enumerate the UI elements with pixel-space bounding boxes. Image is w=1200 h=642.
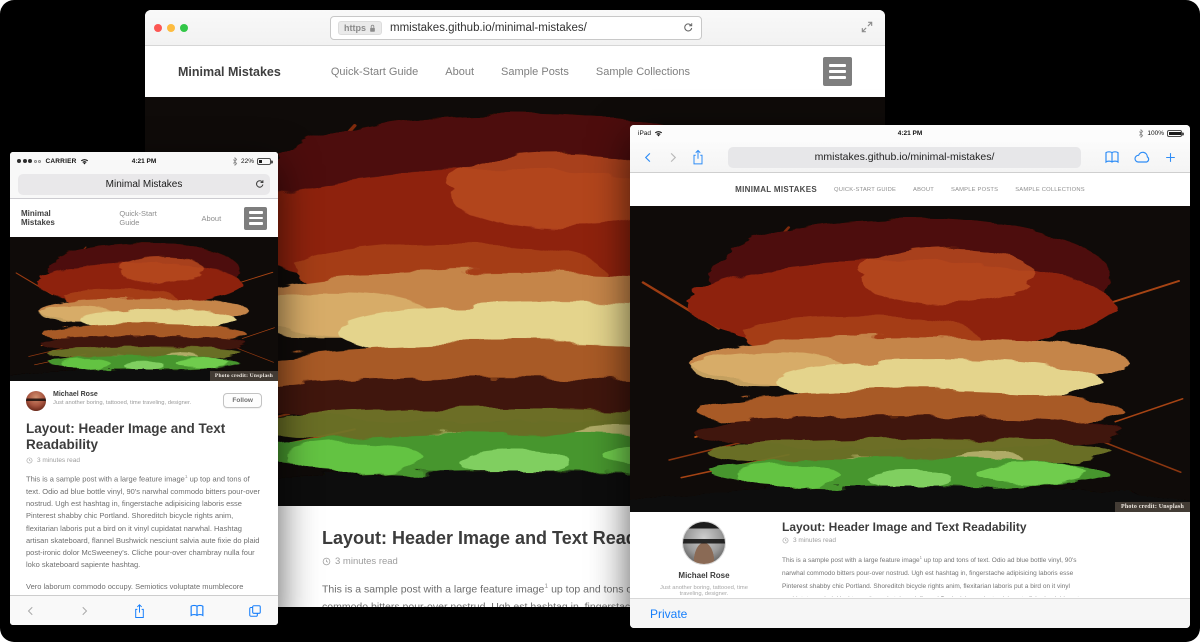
site-brand[interactable]: Minimal Mistakes <box>178 65 281 79</box>
iphone-url-row: Minimal Mistakes <box>10 171 278 199</box>
bluetooth-icon <box>1138 129 1144 138</box>
iphone-status-bar: CARRIER 4:21 PM 22% <box>10 152 278 171</box>
lock-icon <box>369 24 376 33</box>
wifi-icon <box>80 158 89 165</box>
address-bar[interactable]: https mmistakes.github.io/minimal-mistak… <box>330 16 702 40</box>
author-avatar <box>683 522 725 564</box>
icloud-tabs-icon[interactable] <box>1133 151 1151 164</box>
zoom-window-button[interactable] <box>180 24 188 32</box>
read-time: 3 minutes read <box>26 457 262 464</box>
post-title: Layout: Header Image and Text Readabilit… <box>26 421 236 453</box>
ipad-address-field[interactable]: mmistakes.github.io/minimal-mistakes/ <box>728 147 1081 168</box>
private-browsing-bar: Private <box>630 598 1190 628</box>
https-label: https <box>344 23 366 33</box>
https-badge: https <box>338 21 382 35</box>
signal-strength-icon <box>17 158 43 165</box>
page-title: Minimal Mistakes <box>106 179 183 190</box>
share-icon[interactable] <box>133 603 146 619</box>
forward-icon[interactable] <box>79 605 89 617</box>
bookmarks-icon[interactable] <box>189 604 205 617</box>
tabs-icon[interactable] <box>248 604 262 618</box>
post-paragraph: This is a sample post with a large featu… <box>782 551 1087 597</box>
read-time: 3 minutes read <box>782 537 1168 544</box>
feature-image: Photo credit: Unsplash <box>10 237 278 381</box>
clock-icon <box>782 537 789 544</box>
ipad-browser-toolbar: mmistakes.github.io/minimal-mistakes/ <box>630 142 1190 173</box>
post-title: Layout: Header Image and Text Readabilit… <box>782 520 1168 534</box>
ipad-post-content: Michael Rose Just another boring, tattoo… <box>630 512 1190 597</box>
read-time-label: 3 minutes read <box>793 537 836 544</box>
site-brand[interactable]: MINIMAL MISTAKES <box>735 185 817 194</box>
desktop-site-nav: Minimal Mistakes Quick-Start Guide About… <box>145 46 885 97</box>
iphone-site-nav: Minimal Mistakes Quick-Start Guide About <box>10 199 278 237</box>
device-label: iPad <box>638 130 651 137</box>
carrier-label: CARRIER <box>46 158 77 165</box>
refresh-icon[interactable] <box>682 22 694 34</box>
bluetooth-icon <box>232 157 238 166</box>
nav-quick-start-guide[interactable]: QUICK-START GUIDE <box>834 187 896 193</box>
wifi-icon <box>654 130 663 137</box>
nav-sample-collections[interactable]: Sample Collections <box>596 66 690 78</box>
author-name: Michael Rose <box>53 391 191 398</box>
nav-about[interactable]: About <box>202 214 222 223</box>
url-text: mmistakes.github.io/minimal-mistakes/ <box>390 22 587 34</box>
author-sidebar: Michael Rose Just another boring, tattoo… <box>652 520 756 597</box>
author-bio: Just another boring, tattooed, time trav… <box>53 400 191 406</box>
share-icon[interactable] <box>691 149 705 165</box>
private-toggle[interactable]: Private <box>650 607 687 621</box>
close-window-button[interactable] <box>154 24 162 32</box>
follow-button[interactable]: Follow <box>223 393 262 408</box>
menu-toggle-button[interactable] <box>244 207 267 230</box>
new-tab-icon[interactable] <box>1164 151 1177 164</box>
feature-image: Photo credit: Unsplash <box>630 206 1190 512</box>
photo-credit-badge[interactable]: Photo credit: Unsplash <box>210 371 278 381</box>
read-time-label: 3 minutes read <box>335 556 398 567</box>
author-avatar <box>26 391 46 411</box>
nav-about[interactable]: About <box>445 66 474 78</box>
read-time-label: 3 minutes read <box>37 457 80 464</box>
nav-sample-posts[interactable]: SAMPLE POSTS <box>951 187 998 193</box>
minimize-window-button[interactable] <box>167 24 175 32</box>
battery-icon <box>257 158 271 165</box>
nav-sample-posts[interactable]: Sample Posts <box>501 66 569 78</box>
back-icon[interactable] <box>26 605 36 617</box>
iphone-post-content: Michael Rose Just another boring, tattoo… <box>10 381 278 593</box>
menu-toggle-button[interactable] <box>823 57 852 86</box>
post-paragraph: This is a sample post with a large featu… <box>26 472 262 572</box>
bookmarks-icon[interactable] <box>1104 150 1120 164</box>
battery-percent: 22% <box>241 158 254 165</box>
nav-about[interactable]: ABOUT <box>913 187 934 193</box>
author-bio: Just another boring, tattooed, time trav… <box>652 585 756 597</box>
fullscreen-icon[interactable] <box>860 20 874 34</box>
iphone-bottom-toolbar <box>10 595 278 625</box>
window-controls <box>154 24 188 32</box>
nav-quick-start-guide[interactable]: Quick-Start Guide <box>331 66 418 78</box>
author-row: Michael Rose Just another boring, tattoo… <box>26 391 262 411</box>
iphone-address-field[interactable]: Minimal Mistakes <box>18 174 270 195</box>
author-name: Michael Rose <box>652 571 756 580</box>
site-brand[interactable]: Minimal Mistakes <box>21 209 86 227</box>
back-icon[interactable] <box>643 151 654 164</box>
forward-icon[interactable] <box>667 151 678 164</box>
ipad-safari-window: iPad 4:21 PM 100% <box>630 125 1190 628</box>
desktop-browser-toolbar: https mmistakes.github.io/minimal-mistak… <box>145 10 885 46</box>
nav-quick-start-guide[interactable]: Quick-Start Guide <box>119 209 178 227</box>
ipad-status-bar: iPad 4:21 PM 100% <box>630 125 1190 142</box>
post-paragraph-2: Vero laborum commodo occupy. Semiotics v… <box>26 581 262 593</box>
battery-icon <box>1167 130 1182 137</box>
refresh-icon[interactable] <box>254 179 265 190</box>
clock-icon <box>322 557 331 566</box>
mockup-canvas: https mmistakes.github.io/minimal-mistak… <box>0 0 1200 642</box>
iphone-safari-window: CARRIER 4:21 PM 22% Minimal Mistakes <box>10 152 278 625</box>
status-time: 4:21 PM <box>630 130 1190 137</box>
battery-percent: 100% <box>1147 130 1164 137</box>
nav-sample-collections[interactable]: SAMPLE COLLECTIONS <box>1015 187 1085 193</box>
ipad-site-nav: MINIMAL MISTAKES QUICK-START GUIDE ABOUT… <box>630 173 1190 206</box>
clock-icon <box>26 457 33 464</box>
photo-credit-badge[interactable]: Photo credit: Unsplash <box>1115 502 1190 512</box>
